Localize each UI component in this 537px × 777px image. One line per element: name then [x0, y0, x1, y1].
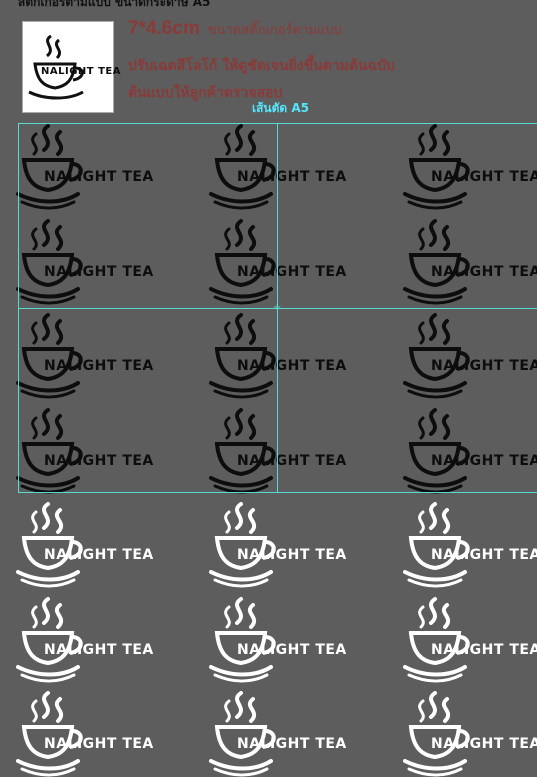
logo-tile: NALIGHT TEA: [16, 217, 158, 305]
steaming-teacup-icon: [209, 596, 276, 682]
logo-text: NALIGHT TEA: [237, 358, 347, 374]
logo-text: NALIGHT TEA: [237, 169, 347, 185]
logo-tile: NALIGHT TEA: [16, 689, 158, 777]
steaming-teacup-icon: [403, 313, 470, 399]
logo-text: NALIGHT TEA: [44, 547, 154, 563]
steaming-teacup-icon: [16, 691, 83, 777]
steaming-teacup-icon: [16, 407, 83, 493]
logo-text: NALIGHT TEA: [431, 736, 537, 752]
logo-text: NALIGHT TEA: [237, 547, 347, 563]
logo-text: NALIGHT TEA: [44, 452, 154, 469]
logo-text: NALIGHT TEA: [237, 641, 347, 658]
logo-tile: NALIGHT TEA: [209, 406, 351, 494]
sample-logo-box: NALIGHT TEA: [22, 21, 120, 113]
steaming-teacup-icon: [209, 313, 276, 399]
steaming-teacup-icon: [16, 313, 83, 399]
steaming-teacup-icon: [16, 502, 83, 588]
logo-text: NALIGHT TEA: [237, 452, 347, 469]
logo-tile: NALIGHT TEA: [403, 311, 537, 399]
steaming-teacup-icon: [403, 502, 470, 588]
cut-center-mark: +: [273, 302, 282, 313]
logo-tile: NALIGHT TEA: [209, 217, 351, 305]
logo-text: NALIGHT TEA: [431, 641, 537, 658]
logo-text: NALIGHT TEA: [431, 358, 537, 374]
logo-tile: NALIGHT TEA: [16, 500, 158, 588]
sample-logo-text: NALIGHT TEA: [41, 66, 121, 77]
logo-text: NALIGHT TEA: [44, 169, 154, 185]
logo-text: NALIGHT TEA: [431, 263, 537, 280]
steaming-teacup-icon: [209, 691, 276, 777]
steaming-teacup-icon: [403, 218, 470, 304]
steaming-teacup-icon: [16, 596, 83, 682]
logo-tile: NALIGHT TEA: [16, 406, 158, 494]
logo-tile: NALIGHT TEA: [209, 500, 351, 588]
logo-text: NALIGHT TEA: [44, 641, 154, 658]
steaming-teacup-icon: [403, 124, 470, 210]
steaming-teacup-icon: [209, 407, 276, 493]
logo-tile: NALIGHT TEA: [403, 500, 537, 588]
logo-text: NALIGHT TEA: [44, 263, 154, 280]
steaming-teacup-icon: [403, 691, 470, 777]
steaming-teacup-icon: [403, 596, 470, 682]
steaming-teacup-icon: [209, 124, 276, 210]
steaming-teacup-icon: [403, 407, 470, 493]
logo-tile: NALIGHT TEA: [403, 406, 537, 494]
steaming-teacup-icon: [209, 502, 276, 588]
logo-tile: NALIGHT TEA: [209, 595, 351, 683]
logo-tile: NALIGHT TEA: [16, 595, 158, 683]
logo-text: NALIGHT TEA: [44, 358, 154, 374]
spec-line-2: ปรับเฉดสีโลโก้ ให้ดูชัดเจนยิ่งขึ้นตามต้น…: [128, 58, 395, 74]
steaming-teacup-icon: [16, 218, 83, 304]
logo-tile: NALIGHT TEA: [209, 689, 351, 777]
logo-tile: NALIGHT TEA: [16, 122, 158, 210]
logo-tile: NALIGHT TEA: [209, 122, 351, 210]
logo-text: NALIGHT TEA: [44, 736, 154, 752]
logo-text: NALIGHT TEA: [431, 169, 537, 185]
sample-logo: NALIGHT TEA: [27, 28, 121, 108]
steaming-teacup-icon: [209, 218, 276, 304]
logo-text: NALIGHT TEA: [431, 452, 537, 469]
logo-text: NALIGHT TEA: [237, 736, 347, 752]
logo-tile: NALIGHT TEA: [209, 311, 351, 399]
spec-size: 7*4.6cm: [128, 18, 200, 39]
logo-tile: NALIGHT TEA: [403, 122, 537, 210]
spec-size-line: 7*4.6cm ขนาดสติ๊กเกอร์ตามแบบ: [128, 18, 342, 40]
logo-tile: NALIGHT TEA: [403, 595, 537, 683]
logo-tile: NALIGHT TEA: [403, 217, 537, 305]
steaming-teacup-icon: [16, 124, 83, 210]
logo-tile: NALIGHT TEA: [16, 311, 158, 399]
spec-size-tail: ขนาดสติ๊กเกอร์ตามแบบ: [207, 23, 342, 38]
top-note: สติ๊กเกอร์ตามแบบ ขนาดกระดาษ A5: [18, 0, 211, 9]
logo-tile: NALIGHT TEA: [403, 689, 537, 777]
logo-text: NALIGHT TEA: [431, 547, 537, 563]
cut-label: เส้นตัด A5: [252, 101, 310, 115]
logo-text: NALIGHT TEA: [237, 263, 347, 280]
